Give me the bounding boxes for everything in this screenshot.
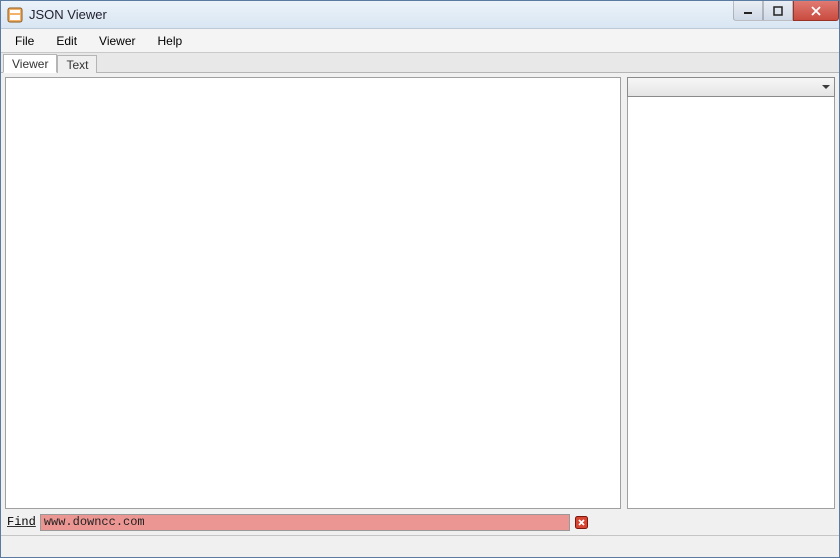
menu-help[interactable]: Help	[148, 31, 193, 51]
minimize-button[interactable]	[733, 1, 763, 21]
window-controls	[733, 1, 839, 21]
client-area: Find	[1, 73, 839, 535]
side-dropdown[interactable]	[627, 77, 835, 97]
menu-edit[interactable]: Edit	[46, 31, 87, 51]
menu-bar: File Edit Viewer Help	[1, 29, 839, 53]
window-title: JSON Viewer	[29, 7, 107, 22]
status-bar	[1, 535, 839, 557]
tab-viewer[interactable]: Viewer	[3, 54, 57, 73]
menu-viewer[interactable]: Viewer	[89, 31, 145, 51]
side-panel-body	[627, 97, 835, 509]
find-label: Find	[5, 515, 38, 529]
close-button[interactable]	[793, 1, 839, 21]
workspace	[5, 77, 835, 509]
viewer-panel[interactable]	[5, 77, 621, 509]
maximize-button[interactable]	[763, 1, 793, 21]
menu-file[interactable]: File	[5, 31, 44, 51]
error-icon	[574, 514, 590, 530]
app-icon	[7, 7, 23, 23]
title-bar: JSON Viewer	[1, 1, 839, 29]
find-input[interactable]	[40, 514, 570, 531]
side-panel	[627, 77, 835, 509]
tab-strip: Viewer Text	[1, 53, 839, 73]
find-bar: Find	[5, 513, 835, 531]
app-window: JSON Viewer File Edit Viewer Help Viewer…	[0, 0, 840, 558]
chevron-down-icon	[822, 85, 830, 89]
tab-text[interactable]: Text	[57, 55, 97, 73]
